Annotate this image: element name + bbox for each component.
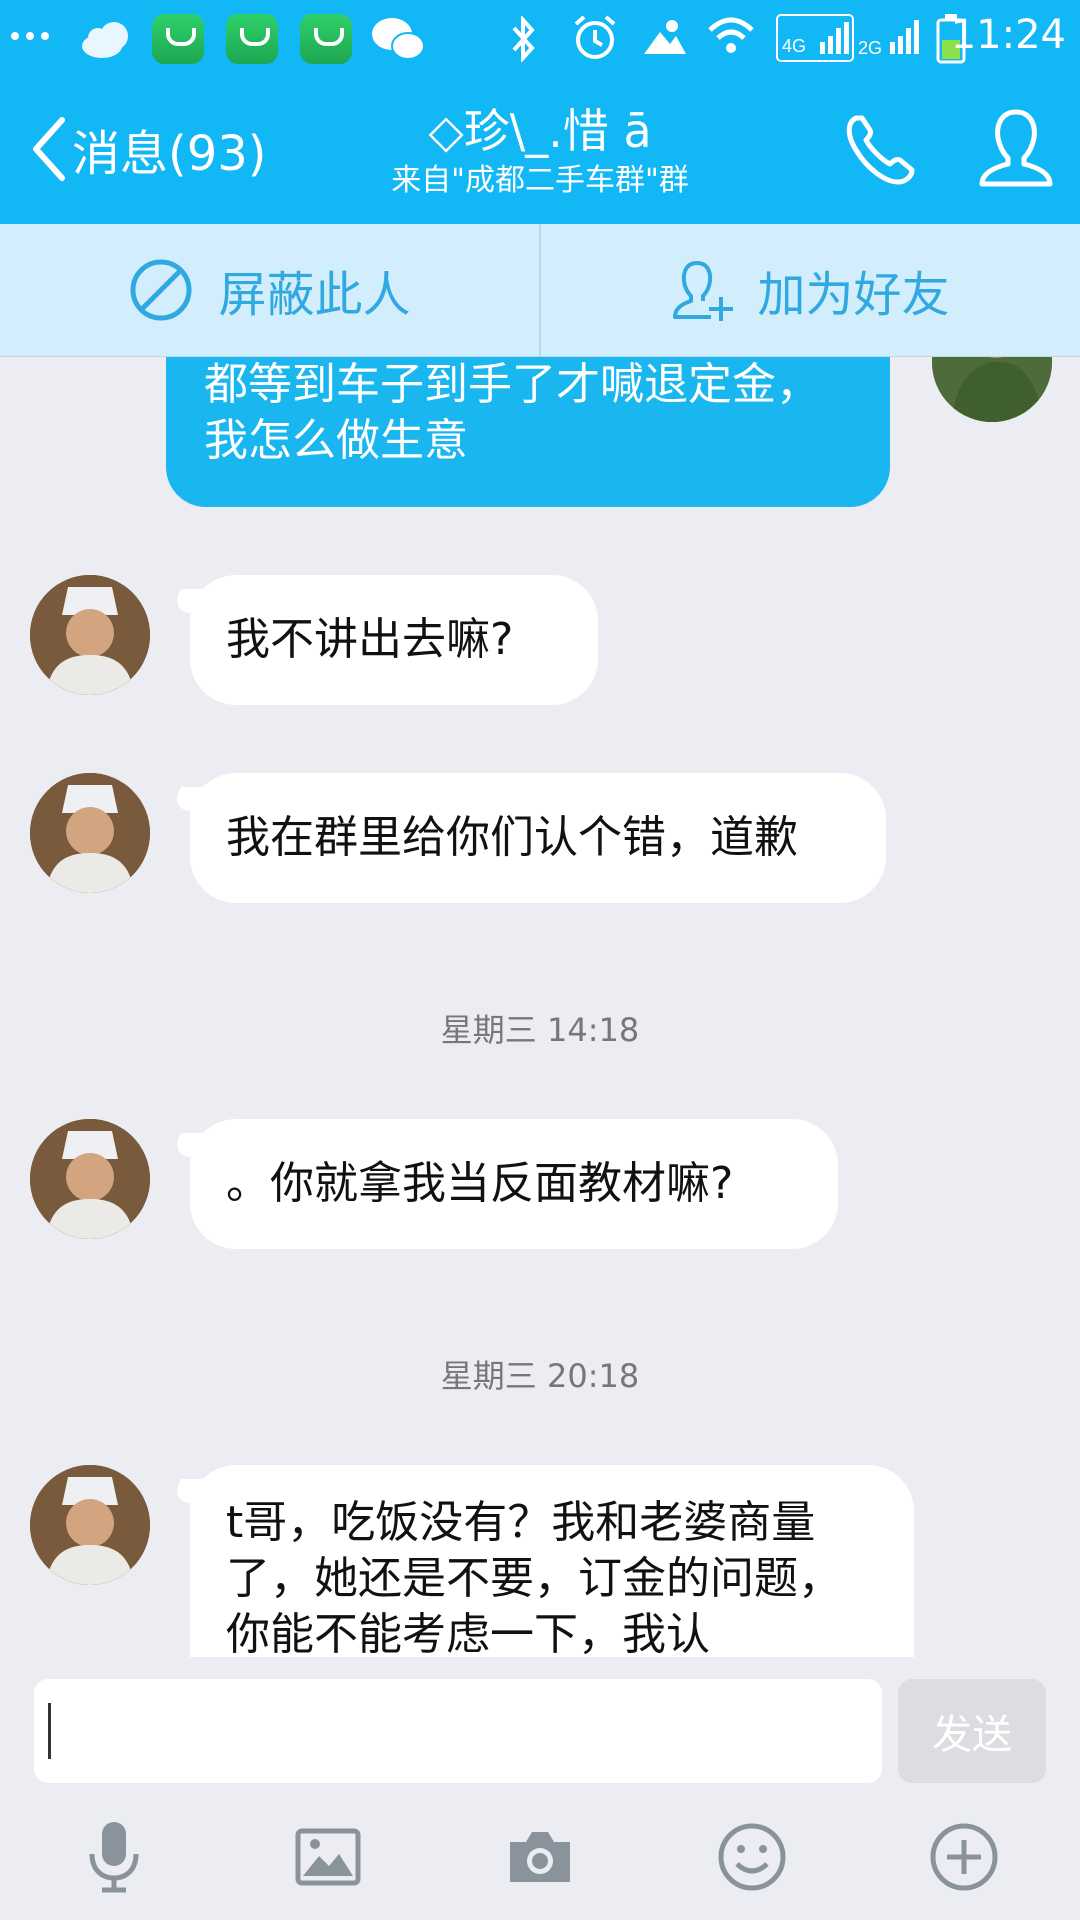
network-2g-icon: 2G — [858, 20, 919, 58]
svg-text:2G: 2G — [858, 38, 882, 58]
status-bar: 4G 2G 11:24 — [0, 0, 1080, 78]
send-label: 发送 — [932, 1712, 1012, 1758]
contact-avatar[interactable] — [30, 575, 150, 695]
avatar-image — [932, 357, 1052, 422]
contact-avatar[interactable] — [30, 1465, 150, 1585]
chat-title-block: ◇珍\_.惜 ā 来自"成都二手车群"群 — [0, 102, 1080, 202]
emoji-button[interactable] — [712, 1817, 792, 1897]
camera-icon — [510, 1832, 570, 1882]
svg-text:4G: 4G — [782, 36, 806, 56]
message-bubble-incoming[interactable]: 。你就拿我当反面教材嘛? — [190, 1119, 838, 1249]
microphone-icon — [89, 1822, 139, 1893]
avatar-image — [30, 575, 150, 695]
avatar-image — [30, 773, 150, 893]
message-bubble-incoming[interactable]: 我不讲出去嘛? — [190, 575, 598, 705]
message-timestamp: 星期三 14:18 — [440, 1011, 640, 1049]
message-input[interactable] — [34, 1679, 882, 1783]
emoji-icon — [718, 1823, 786, 1891]
chat-title: ◇珍\_.惜 ā — [428, 104, 652, 158]
message-bubble-outgoing[interactable]: 都等到车子到手了才喊退定金，我怎么做生意 — [166, 357, 890, 507]
add-friend-label: 加为好友 — [757, 267, 950, 323]
network-4g-icon: 4G — [776, 14, 854, 62]
avatar-image — [30, 1119, 150, 1239]
call-button[interactable] — [842, 112, 918, 192]
contact-avatar[interactable] — [30, 1119, 150, 1239]
message-text: 都等到车子到手了才喊退定金，我怎么做生意 — [204, 359, 820, 466]
block-user-button[interactable]: 屏蔽此人 — [0, 224, 539, 356]
plus-icon — [930, 1823, 998, 1891]
message-text: 。你就拿我当反面教材嘛? — [226, 1158, 734, 1209]
person-icon — [979, 109, 1053, 187]
message-text: 我在群里给你们认个错，道歉 — [226, 812, 798, 863]
cloud-weather-icon — [82, 22, 128, 58]
message-composer: 发送 — [0, 1657, 1080, 1920]
avatar-image — [30, 1465, 150, 1585]
alarm-icon — [574, 15, 616, 59]
message-bubble-incoming[interactable]: 我在群里给你们认个错，道歉 — [190, 773, 886, 903]
camera-button[interactable] — [500, 1817, 580, 1897]
app-store-icon — [152, 14, 204, 64]
wifi-icon — [708, 17, 754, 53]
app-store-icon — [300, 14, 352, 64]
status-time: 11:24 — [950, 12, 1066, 58]
message-list[interactable]: 都等到车子到手了才喊退定金，我怎么做生意 我不讲出去嘛? 我在群里给你们认个错，… — [0, 357, 1080, 1657]
send-button[interactable]: 发送 — [898, 1679, 1046, 1783]
my-avatar[interactable] — [932, 357, 1052, 422]
message-bubble-incoming[interactable]: t哥，吃饭没有？我和老婆商量了，她还是不要，订金的问题，你能不能考虑一下，我认 — [190, 1465, 914, 1657]
message-timestamp: 星期三 20:18 — [440, 1357, 640, 1395]
bluetooth-icon — [512, 16, 535, 62]
message-text: t哥，吃饭没有？我和老婆商量了，她还是不要，订金的问题，你能不能考虑一下，我认 — [226, 1497, 842, 1657]
add-friend-button[interactable]: 加为好友 — [541, 224, 1080, 356]
signal-mountain-icon — [644, 20, 686, 54]
block-user-label: 屏蔽此人 — [218, 267, 411, 323]
add-person-icon — [673, 261, 734, 321]
chat-header: 消息(93) ◇珍\_.惜 ā 来自"成都二手车群"群 — [0, 78, 1080, 224]
phone-icon — [846, 115, 915, 185]
wechat-icon — [372, 18, 425, 60]
overflow-dots-icon — [11, 32, 49, 40]
profile-button[interactable] — [978, 106, 1054, 196]
message-text: 我不讲出去嘛? — [226, 614, 514, 665]
text-caret — [48, 1703, 51, 1759]
chat-subtitle: 来自"成都二手车群"群 — [391, 163, 689, 198]
contact-avatar[interactable] — [30, 773, 150, 893]
stranger-action-bar: 屏蔽此人 加为好友 — [0, 224, 1080, 357]
image-button[interactable] — [288, 1817, 368, 1897]
image-icon — [295, 1828, 361, 1886]
voice-button[interactable] — [74, 1817, 154, 1897]
more-button[interactable] — [924, 1817, 1004, 1897]
app-store-icon — [226, 14, 278, 64]
block-icon — [130, 259, 192, 321]
